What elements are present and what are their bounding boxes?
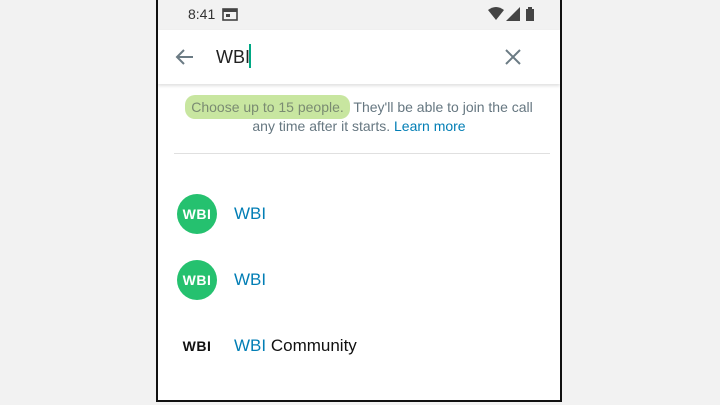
contact-avatar: WBI (177, 260, 217, 300)
contact-row[interactable]: WBI WBI (158, 260, 560, 320)
battery-icon (526, 7, 534, 21)
status-time: 8:41 (188, 6, 216, 22)
participant-limit-highlight: Choose up to 15 people. (185, 95, 350, 119)
contact-name-match: WBI (234, 270, 267, 289)
contact-row[interactable]: WBI WBI (158, 194, 560, 254)
clear-search-icon[interactable] (502, 46, 524, 68)
search-bar (158, 30, 560, 84)
phone-screen: 8:41 Choose up to 15 people. They'll be … (156, 0, 562, 402)
contact-name-rest: Community (266, 336, 357, 355)
divider (174, 153, 550, 154)
contact-row-community[interactable]: WBI WBI Community (158, 326, 560, 386)
wifi-icon (488, 7, 504, 20)
contact-name-match: WBI (234, 204, 267, 223)
learn-more-link[interactable]: Learn more (394, 118, 466, 134)
search-input[interactable] (216, 44, 486, 70)
community-avatar: WBI (182, 338, 212, 354)
calendar-icon (222, 8, 238, 21)
contact-name: WBI (234, 204, 266, 224)
contact-avatar: WBI (177, 194, 217, 234)
contact-name: WBI Community (234, 336, 357, 356)
contact-name: WBI (234, 270, 266, 290)
text-caret (249, 44, 251, 68)
call-info-text: Choose up to 15 people. They'll be able … (174, 95, 544, 136)
signal-icon (506, 7, 520, 21)
status-bar: 8:41 (158, 0, 560, 30)
back-arrow-icon[interactable] (174, 46, 196, 68)
contact-name-match: WBI (234, 336, 267, 355)
